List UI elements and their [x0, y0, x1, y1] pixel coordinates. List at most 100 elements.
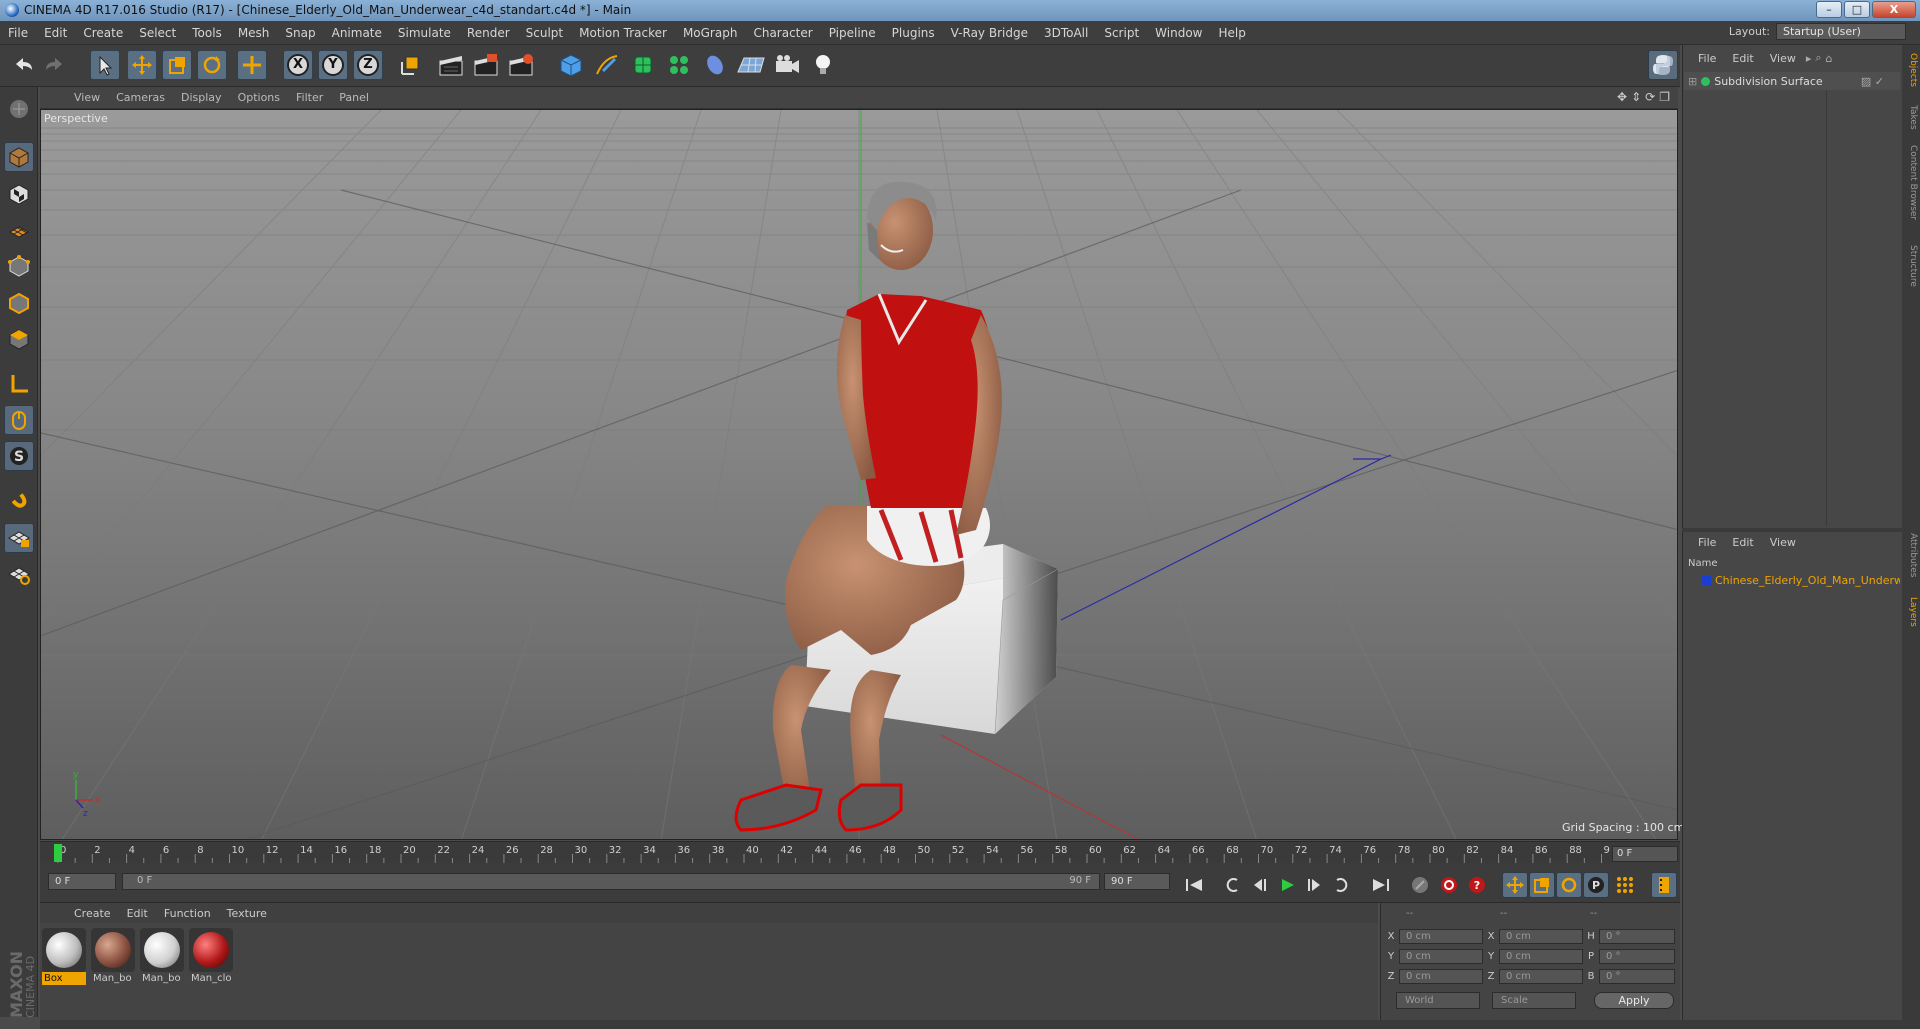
home-icon[interactable]: ⌂	[1824, 52, 1835, 65]
size-y-field[interactable]: 0 cm	[1499, 949, 1583, 964]
menu-3dtoall[interactable]: 3DToAll	[1036, 26, 1096, 40]
viewport-pan-icon[interactable]: ✥	[1617, 90, 1627, 104]
move-tool-button[interactable]	[127, 50, 157, 80]
menu-script[interactable]: Script	[1096, 26, 1147, 40]
record-keys-button[interactable]	[1407, 872, 1433, 898]
material-swatch[interactable]: Man_bo	[91, 928, 135, 984]
material-swatch[interactable]: Box	[42, 928, 86, 985]
start-frame-field[interactable]: 0 F	[48, 873, 116, 890]
x-axis-toggle[interactable]: X	[283, 50, 313, 80]
viewport-menu-cameras[interactable]: Cameras	[108, 91, 173, 104]
previous-frame-button[interactable]	[1247, 872, 1273, 898]
menu-sculpt[interactable]: Sculpt	[518, 26, 571, 40]
render-view-button[interactable]	[436, 50, 466, 80]
menu-tools[interactable]: Tools	[184, 26, 230, 40]
tab-structure[interactable]: Structure	[1904, 245, 1918, 287]
objects-menu-view[interactable]: View	[1762, 52, 1804, 65]
menu-render[interactable]: Render	[459, 26, 518, 40]
position-z-field[interactable]: 0 cm	[1399, 969, 1483, 984]
size-mode-dropdown[interactable]: Scale	[1492, 992, 1576, 1009]
minimize-button[interactable]: –	[1816, 1, 1842, 18]
menu-vray-bridge[interactable]: V-Ray Bridge	[943, 26, 1036, 40]
undo-button[interactable]	[8, 50, 38, 80]
menu-expand-icon[interactable]: ▸	[1804, 52, 1814, 65]
tab-objects[interactable]: Objects	[1904, 53, 1918, 87]
material-menu-create[interactable]: Create	[66, 907, 119, 920]
viewport-menu-view[interactable]: View	[66, 91, 108, 104]
menu-simulate[interactable]: Simulate	[390, 26, 459, 40]
viewport-menu-display[interactable]: Display	[173, 91, 230, 104]
apply-button[interactable]: Apply	[1594, 992, 1674, 1009]
timeline-window-button[interactable]	[1651, 872, 1677, 898]
objects-menu-edit[interactable]: Edit	[1724, 52, 1761, 65]
key-position-button[interactable]	[1502, 872, 1528, 898]
scale-tool-button[interactable]	[162, 50, 192, 80]
layer-row[interactable]: Chinese_Elderly_Old_Man_Underw	[1690, 572, 1900, 588]
rotation-p-field[interactable]: 0 °	[1599, 949, 1675, 964]
previous-key-button[interactable]	[1220, 872, 1246, 898]
layers-menu-edit[interactable]: Edit	[1724, 536, 1761, 549]
enabled-check-icon[interactable]: ▨ ✓	[1861, 75, 1900, 88]
y-axis-toggle[interactable]: Y	[318, 50, 348, 80]
menu-plugins[interactable]: Plugins	[884, 26, 943, 40]
rotate-tool-button[interactable]	[197, 50, 227, 80]
transform-tool-button[interactable]	[237, 50, 267, 80]
tab-attributes[interactable]: Attributes	[1904, 533, 1918, 577]
snap-button[interactable]	[4, 485, 34, 515]
menu-snap[interactable]: Snap	[277, 26, 323, 40]
viewport-menu-panel[interactable]: Panel	[331, 91, 377, 104]
python-button[interactable]	[1648, 50, 1678, 80]
object-row-subdivision-surface[interactable]: ⊞ Subdivision Surface ▨ ✓	[1684, 72, 1900, 90]
menu-edit[interactable]: Edit	[36, 26, 75, 40]
end-frame-field[interactable]: 90 F	[1104, 873, 1170, 890]
polygons-mode-button[interactable]	[4, 324, 34, 354]
material-menu-edit[interactable]: Edit	[119, 907, 156, 920]
pen-tool-button[interactable]	[592, 50, 622, 80]
expand-toggle-icon[interactable]: ⊞	[1684, 75, 1697, 88]
material-swatch[interactable]: Man_bo	[140, 928, 184, 984]
use-model-button[interactable]	[4, 94, 34, 124]
model-mode-button[interactable]	[4, 142, 34, 172]
tab-takes[interactable]: Takes	[1904, 105, 1918, 130]
rotation-b-field[interactable]: 0 °	[1599, 969, 1675, 984]
material-swatch[interactable]: Man_clo	[189, 928, 233, 984]
viewport-maximize-icon[interactable]: ❐	[1659, 90, 1670, 104]
render-settings-button[interactable]	[506, 50, 536, 80]
z-axis-toggle[interactable]: Z	[353, 50, 383, 80]
planar-workplane-button[interactable]	[4, 559, 34, 589]
render-to-picture-viewer-button[interactable]	[471, 50, 501, 80]
viewport-rotate-icon[interactable]: ⟳	[1645, 90, 1655, 104]
solo-button[interactable]: S	[4, 441, 34, 471]
search-icon[interactable]: ⌕	[1813, 51, 1823, 65]
workplane-mode-button[interactable]	[4, 215, 34, 245]
menu-animate[interactable]: Animate	[324, 26, 390, 40]
menu-file[interactable]: File	[0, 26, 36, 40]
layers-menu-view[interactable]: View	[1762, 536, 1804, 549]
add-cube-button[interactable]	[556, 50, 586, 80]
timeline-ruler[interactable]: 0 2 4 6 8 10 12 14 16 18 20 22 24 26 28 30 32 34 36 38 40 42 4…	[40, 841, 1680, 864]
position-x-field[interactable]: 0 cm	[1399, 929, 1483, 944]
key-rotation-button[interactable]	[1556, 872, 1582, 898]
go-to-start-button[interactable]	[1181, 872, 1207, 898]
viewport-menu-options[interactable]: Options	[230, 91, 288, 104]
key-scale-button[interactable]	[1529, 872, 1555, 898]
material-menu-texture[interactable]: Texture	[219, 907, 275, 920]
key-pla-button[interactable]	[1612, 872, 1638, 898]
deformer-button[interactable]	[700, 50, 730, 80]
camera-button[interactable]	[772, 50, 802, 80]
play-button[interactable]	[1274, 872, 1300, 898]
texture-mode-button[interactable]	[4, 179, 34, 209]
layers-menu-file[interactable]: File	[1690, 536, 1724, 549]
menu-window[interactable]: Window	[1147, 26, 1210, 40]
locked-workplane-button[interactable]	[4, 523, 34, 553]
axis-mode-button[interactable]	[4, 369, 34, 399]
light-button[interactable]	[808, 50, 838, 80]
next-key-button[interactable]	[1328, 872, 1354, 898]
key-parameter-button[interactable]: P	[1583, 872, 1609, 898]
frame-range-slider[interactable]: 0 F 90 F	[122, 873, 1100, 890]
menu-character[interactable]: Character	[745, 26, 820, 40]
size-x-field[interactable]: 0 cm	[1499, 929, 1583, 944]
viewport-menu-filter[interactable]: Filter	[288, 91, 331, 104]
select-tool-button[interactable]	[90, 50, 120, 80]
size-z-field[interactable]: 0 cm	[1499, 969, 1583, 984]
